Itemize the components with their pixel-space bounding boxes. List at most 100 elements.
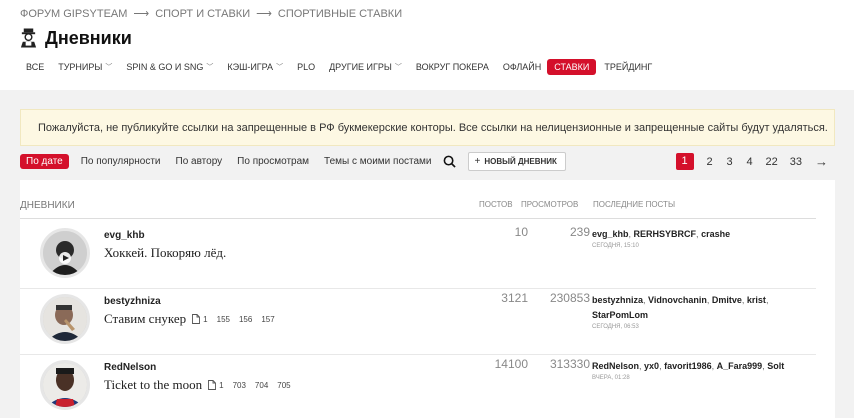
nav-all[interactable]: ВСЕ xyxy=(26,59,44,75)
blog-title[interactable]: Хоккей. Покоряю лёд. xyxy=(104,245,226,261)
nav-label: ТУРНИРЫ xyxy=(58,62,103,72)
nav-betting[interactable]: СТАВКИ xyxy=(547,59,597,75)
page-title: Дневники xyxy=(45,27,132,48)
page-link[interactable]: 157 xyxy=(261,315,274,324)
nav-label: ВОКРУГ ПОКЕРА xyxy=(415,62,489,72)
blog-title-text: Ставим снукер xyxy=(104,311,187,326)
title-row: Дневники xyxy=(19,27,132,49)
sort-by-popularity[interactable]: По популярности xyxy=(81,156,161,167)
table-row: bestyzhniza Ставим снукер 1 155 156 157 … xyxy=(20,289,816,355)
last-post-author[interactable]: Vidnovchanin xyxy=(648,295,707,305)
last-post-author[interactable]: StarPomLom xyxy=(592,310,648,320)
document-icon xyxy=(192,314,201,324)
chevron-down-icon: ﹀ xyxy=(276,64,284,71)
last-posts: RedNelson, yx0, favorit1986, A_Fara999, … xyxy=(592,359,812,382)
last-post-author[interactable]: crashe xyxy=(701,229,730,239)
nav-tournaments[interactable]: ТУРНИРЫ ﹀ xyxy=(58,59,112,75)
posts-count: 14100 xyxy=(494,357,528,371)
chevron-down-icon: ﹀ xyxy=(105,64,113,71)
nav-trading[interactable]: ТРЕЙДИНГ xyxy=(604,59,652,75)
last-post-author[interactable]: RERHSYBRCF xyxy=(634,229,697,239)
category-nav: ВСЕ ТУРНИРЫ ﹀ SPIN & GO И SNG ﹀ КЭШ-ИГРА ﹀ … xyxy=(26,59,666,75)
avatar-image xyxy=(43,231,87,275)
last-posts: evg_khb, RERHSYBRCF, crashe СЕГОДНЯ, 15:… xyxy=(592,227,812,250)
page-2[interactable]: 2 xyxy=(706,156,714,168)
blog-author[interactable]: evg_khb xyxy=(104,230,145,241)
nav-label: СТАВКИ xyxy=(554,62,590,72)
blog-author[interactable]: bestyzhniza xyxy=(104,296,161,307)
breadcrumb-sport[interactable]: СПОРТ И СТАВКИ xyxy=(155,8,250,20)
notice-banner: Пожалуйста, не публикуйте ссылки на запр… xyxy=(20,109,835,146)
page-link[interactable]: 1 xyxy=(219,381,223,390)
page-link[interactable]: 155 xyxy=(217,315,230,324)
table-row: RedNelson Ticket to the moon 1 703 704 7… xyxy=(20,355,816,418)
last-post-time: СЕГОДНЯ, 06:53 xyxy=(592,324,639,330)
chevron-down-icon: ﹀ xyxy=(206,64,214,71)
nav-plo[interactable]: PLO xyxy=(297,59,315,75)
site-header: ФОРУМ GIPSYTEAM ⟶ СПОРТ И СТАВКИ ⟶ СПОРТИВНЫ… xyxy=(0,0,854,90)
nav-cash[interactable]: КЭШ-ИГРА ﹀ xyxy=(227,59,283,75)
page-link[interactable]: 704 xyxy=(255,381,268,390)
last-post-author[interactable]: A_Fara999 xyxy=(717,361,763,371)
page-link[interactable]: 1 xyxy=(203,315,207,324)
blog-title[interactable]: Ticket to the moon 1 703 704 705 xyxy=(104,377,300,393)
blog-author[interactable]: RedNelson xyxy=(104,362,156,373)
diary-author-icon xyxy=(20,28,37,48)
nav-spin-go[interactable]: SPIN & GO И SNG ﹀ xyxy=(126,59,213,75)
last-post-author[interactable]: krist xyxy=(747,295,766,305)
new-blog-button[interactable]: + НОВЫЙ ДНЕВНИК xyxy=(467,151,566,171)
sort-my-posts[interactable]: Темы с моими постами xyxy=(324,156,431,167)
blog-title[interactable]: Ставим снукер 1 155 156 157 xyxy=(104,311,284,327)
page-link[interactable]: 703 xyxy=(233,381,246,390)
page-4[interactable]: 4 xyxy=(746,156,754,168)
sort-by-date[interactable]: По дате xyxy=(20,153,69,169)
table-header: ДНЕВНИКИ ПОСТОВ ПРОСМОТРОВ ПОСЛЕДНИЕ ПОС… xyxy=(20,199,816,219)
page-link[interactable]: 156 xyxy=(239,315,252,324)
plus-icon: + xyxy=(474,155,481,167)
nav-offline[interactable]: ОФЛАЙН xyxy=(503,59,541,75)
avatar[interactable] xyxy=(40,294,90,344)
document-icon xyxy=(208,380,217,390)
table-row: evg_khb Хоккей. Покоряю лёд. 10 239 evg_… xyxy=(20,223,816,289)
next-page-arrow-icon[interactable]: → xyxy=(815,154,828,169)
last-post-author[interactable]: RedNelson xyxy=(592,361,639,371)
page-1[interactable]: 1 xyxy=(675,153,694,170)
header-blogs: ДНЕВНИКИ xyxy=(20,200,75,211)
sort-by-views[interactable]: По просмотрам xyxy=(237,156,309,167)
search-icon[interactable] xyxy=(443,155,456,168)
arrow-right-icon: ⟶ xyxy=(133,8,150,20)
nav-label: ТРЕЙДИНГ xyxy=(604,62,653,72)
page-33[interactable]: 33 xyxy=(790,156,802,168)
last-post-author[interactable]: Dmitve xyxy=(712,295,742,305)
last-post-author[interactable]: favorit1986 xyxy=(664,361,712,371)
nav-label: SPIN & GO И SNG xyxy=(126,62,204,72)
last-post-author[interactable]: yx0 xyxy=(644,361,659,371)
last-post-author[interactable]: evg_khb xyxy=(592,229,629,239)
avatar-image xyxy=(43,297,87,341)
views-count: 230853 xyxy=(549,291,590,305)
page-links: 1 703 704 705 xyxy=(208,380,300,390)
page-3[interactable]: 3 xyxy=(726,156,734,168)
avatar[interactable] xyxy=(40,360,90,410)
breadcrumb-betting[interactable]: СПОРТИВНЫЕ СТАВКИ xyxy=(278,8,402,20)
nav-label: КЭШ-ИГРА xyxy=(227,62,274,72)
nav-label: ДРУГИЕ ИГРЫ xyxy=(329,62,392,72)
last-posts: bestyzhniza, Vidnovchanin, Dmitve, krist… xyxy=(592,293,812,331)
page-link[interactable]: 705 xyxy=(277,381,290,390)
last-post-author[interactable]: Solt xyxy=(767,361,784,371)
avatar[interactable] xyxy=(40,228,90,278)
arrow-right-icon: ⟶ xyxy=(256,8,272,20)
nav-around-poker[interactable]: ВОКРУГ ПОКЕРА xyxy=(416,59,489,75)
breadcrumb: ФОРУМ GIPSYTEAM ⟶ СПОРТ И СТАВКИ ⟶ СПОРТИВНЫ… xyxy=(20,7,406,20)
views-count: 313330 xyxy=(549,357,590,371)
posts-count: 10 xyxy=(514,225,528,239)
nav-other-games[interactable]: ДРУГИЕ ИГРЫ ﹀ xyxy=(329,59,402,75)
breadcrumb-forum[interactable]: ФОРУМ GIPSYTEAM xyxy=(20,8,127,20)
blog-title-text: Хоккей. Покоряю лёд. xyxy=(104,245,227,260)
sort-by-author[interactable]: По автору xyxy=(176,156,223,167)
last-post-author[interactable]: bestyzhniza xyxy=(592,295,643,305)
header-views: ПРОСМОТРОВ xyxy=(521,200,579,209)
header-last-posts: ПОСЛЕДНИЕ ПОСТЫ xyxy=(593,200,676,209)
chevron-down-icon: ﹀ xyxy=(394,64,402,71)
page-22[interactable]: 22 xyxy=(766,156,778,168)
